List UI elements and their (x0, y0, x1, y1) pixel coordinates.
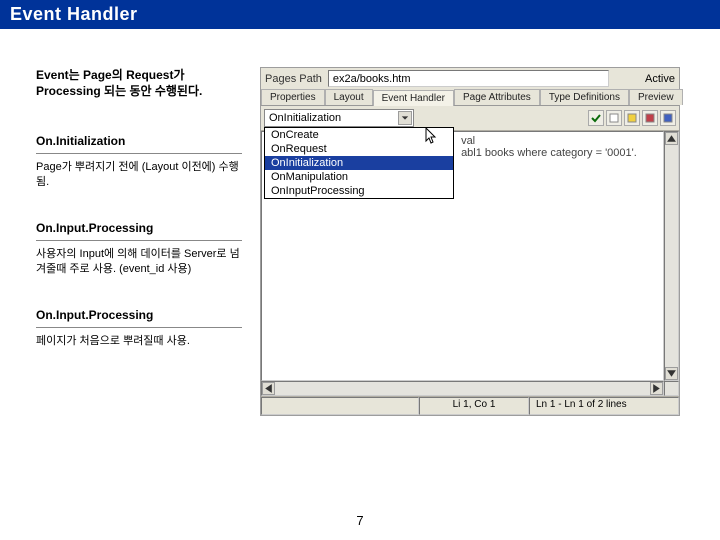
status-bar: Li 1, Co 1 Ln 1 - Ln 1 of 2 lines (261, 396, 679, 415)
tool-icon-4[interactable] (660, 110, 676, 126)
handler-combo-menu: OnCreate OnRequest OnInitialization OnMa… (264, 127, 454, 199)
tab-row: Properties Layout Event Handler Page Att… (261, 89, 679, 106)
section-1-heading: On.Initialization (36, 133, 242, 153)
status-cell-left (261, 397, 419, 415)
section-1-body: Page가 뿌려지기 전에 (Layout 이전에) 수행됨. (36, 160, 242, 191)
section-1: On.Initialization Page가 뿌려지기 전에 (Layout … (36, 133, 242, 190)
chevron-down-icon[interactable] (398, 111, 412, 125)
scrollbar-vertical[interactable] (664, 131, 679, 381)
scroll-h-track[interactable] (275, 382, 650, 395)
scrollbar-horizontal[interactable] (261, 381, 664, 396)
left-column: Event는 Page의 Request가 Processing 되는 동안 수… (36, 67, 242, 416)
page-number: 7 (356, 513, 363, 528)
section-3: On.Input.Processing 페이지가 처음으로 뿌려질때 사용. (36, 307, 242, 349)
section-2-body: 사용자의 Input에 의해 데이터를 Server로 넘겨줄때 주로 사용. … (36, 247, 242, 278)
scroll-v-track[interactable] (665, 145, 678, 367)
scroll-down-icon[interactable] (665, 367, 678, 380)
tab-type-definitions[interactable]: Type Definitions (540, 89, 629, 105)
tool-icon-2[interactable] (624, 110, 640, 126)
tab-event-handler[interactable]: Event Handler (373, 90, 454, 106)
tab-properties[interactable]: Properties (261, 89, 325, 105)
tab-preview[interactable]: Preview (629, 89, 683, 105)
scroll-left-icon[interactable] (262, 382, 275, 395)
status-cell-mid: Li 1, Co 1 (419, 397, 529, 415)
path-input[interactable] (328, 70, 609, 87)
tab-page-attributes[interactable]: Page Attributes (454, 89, 540, 105)
toolbar-icons (588, 110, 676, 126)
scroll-up-icon[interactable] (665, 132, 678, 145)
path-label: Pages Path (265, 73, 322, 85)
app-window: Pages Path Active Properties Layout Even… (260, 67, 680, 416)
tab-layout[interactable]: Layout (325, 89, 373, 105)
section-3-heading: On.Input.Processing (36, 307, 242, 327)
combo-item-onmanipulation[interactable]: OnManipulation (265, 170, 453, 184)
section-2: On.Input.Processing 사용자의 Input에 의해 데이터를 … (36, 220, 242, 277)
handler-toolbar: OnInitialization OnCreate OnRequest OnIn… (261, 106, 679, 131)
section-2-heading: On.Input.Processing (36, 220, 242, 240)
combo-item-oninputprocessing[interactable]: OnInputProcessing (265, 184, 453, 198)
snippet-a: val (461, 135, 475, 147)
tool-icon-1[interactable] (606, 110, 622, 126)
slide-title: Event Handler (0, 0, 720, 29)
combo-item-oncreate[interactable]: OnCreate (265, 128, 453, 142)
intro-text: Event는 Page의 Request가 Processing 되는 동안 수… (36, 67, 242, 99)
section-3-body: 페이지가 처음으로 뿌려질때 사용. (36, 334, 242, 349)
scroll-corner (664, 381, 679, 396)
tool-icon-3[interactable] (642, 110, 658, 126)
combo-item-onrequest[interactable]: OnRequest (265, 142, 453, 156)
check-icon[interactable] (588, 110, 604, 126)
path-row: Pages Path Active (261, 68, 679, 89)
active-label: Active (615, 73, 675, 85)
status-cell-right: Ln 1 - Ln 1 of 2 lines (529, 397, 679, 415)
combo-item-oninitialization[interactable]: OnInitialization (265, 156, 453, 170)
scroll-right-icon[interactable] (650, 382, 663, 395)
handler-combo[interactable]: OnInitialization OnCreate OnRequest OnIn… (264, 109, 414, 127)
snippet-b: abl1 books where category = '0001'. (461, 147, 637, 159)
handler-combo-value: OnInitialization (269, 112, 341, 124)
